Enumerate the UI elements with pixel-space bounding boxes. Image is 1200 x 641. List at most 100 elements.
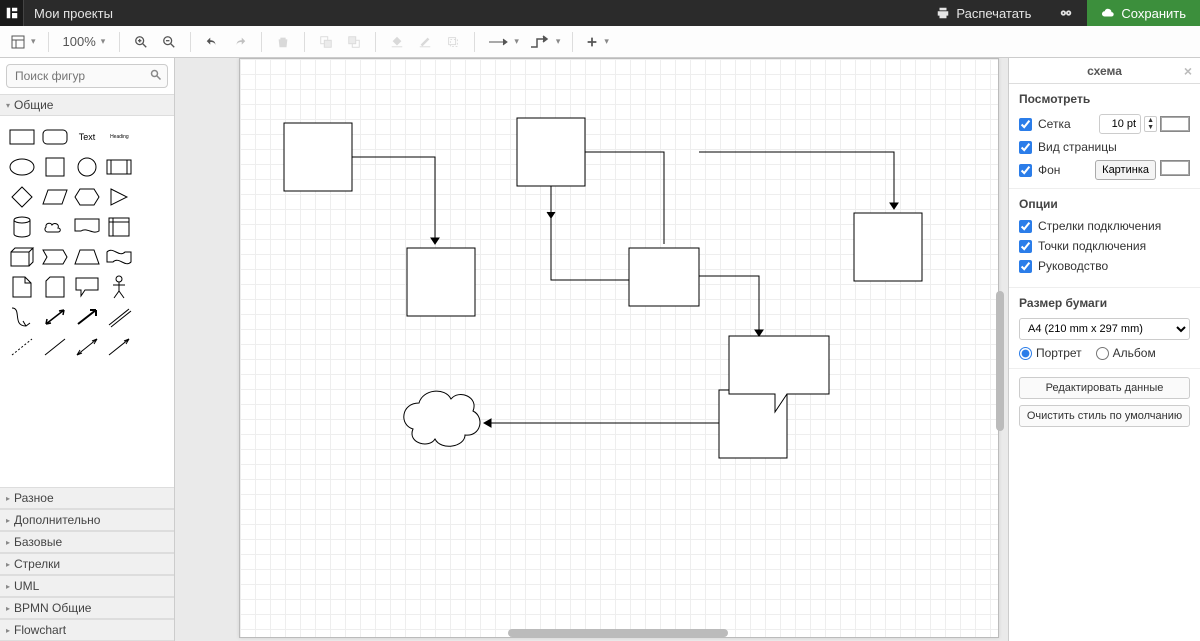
background-color-swatch[interactable] [1160, 160, 1190, 176]
shape-link[interactable] [105, 304, 133, 330]
shape-note[interactable] [8, 274, 36, 300]
shape-bidir-line[interactable] [73, 334, 101, 360]
save-label: Сохранить [1121, 6, 1186, 21]
shape-cloud[interactable] [40, 214, 68, 240]
vertical-scrollbar[interactable] [996, 291, 1004, 431]
insert-menu[interactable] [581, 29, 613, 55]
delete-button[interactable] [270, 29, 296, 55]
section-view-heading: Посмотреть [1019, 92, 1190, 106]
shape-step[interactable] [40, 244, 68, 270]
shape-hexagon[interactable] [73, 184, 101, 210]
diagram-box[interactable] [407, 248, 475, 316]
shape-callout[interactable] [73, 274, 101, 300]
shape-square[interactable] [40, 154, 68, 180]
print-button[interactable]: Распечатать [922, 0, 1045, 26]
category-uml[interactable]: ▸UML [0, 575, 174, 597]
category-advanced[interactable]: ▸Дополнительно [0, 509, 174, 531]
shape-ellipse[interactable] [8, 154, 36, 180]
shape-rounded-rect[interactable] [40, 124, 68, 150]
shape-process[interactable] [105, 154, 133, 180]
diagram-edge[interactable] [699, 276, 759, 336]
stroke-button[interactable] [412, 29, 438, 55]
category-flowchart[interactable]: ▸Flowchart [0, 619, 174, 641]
paper-size-select[interactable]: A4 (210 mm x 297 mm) [1019, 318, 1190, 340]
diagram-edge[interactable] [352, 157, 435, 244]
shape-text[interactable]: Text [73, 124, 101, 150]
app-logo[interactable] [0, 0, 24, 26]
shadow-button[interactable] [440, 29, 466, 55]
fill-button[interactable] [384, 29, 410, 55]
grid-size-stepper[interactable]: ▲▼ [1144, 116, 1157, 132]
category-misc[interactable]: ▸Разное [0, 487, 174, 509]
grid-size-input[interactable] [1099, 114, 1141, 134]
orientation-portrait[interactable]: Портрет [1019, 346, 1082, 360]
diagram-edge[interactable] [551, 186, 629, 280]
shape-card[interactable] [40, 274, 68, 300]
shape-cube[interactable] [8, 244, 36, 270]
conn-arrows-checkbox[interactable]: Стрелки подключения [1019, 219, 1190, 233]
shape-heading[interactable]: Heading [105, 124, 133, 150]
diagram-box[interactable] [284, 123, 352, 191]
edit-data-button[interactable]: Редактировать данные [1019, 377, 1190, 399]
shape-tape[interactable] [105, 244, 133, 270]
category-bpmn[interactable]: ▸BPMN Общие [0, 597, 174, 619]
shape-trapezoid[interactable] [73, 244, 101, 270]
shape-parallelogram[interactable] [40, 184, 68, 210]
diagram-edge[interactable] [547, 186, 555, 218]
canvas-area[interactable] [175, 58, 1008, 641]
diagram-page[interactable] [239, 58, 999, 638]
guides-checkbox[interactable]: Руководство [1019, 259, 1190, 273]
connector-style-menu[interactable] [483, 29, 523, 55]
close-panel-icon[interactable]: × [1184, 63, 1192, 79]
layout-menu[interactable] [6, 29, 40, 55]
to-back-button[interactable] [341, 29, 367, 55]
zoom-select[interactable]: 100% [57, 29, 112, 55]
background-image-button[interactable]: Картинка [1095, 160, 1156, 180]
shape-rect[interactable] [8, 124, 36, 150]
shape-diamond[interactable] [8, 184, 36, 210]
diagram-box[interactable] [517, 118, 585, 186]
orientation-landscape[interactable]: Альбом [1096, 346, 1156, 360]
section-options-heading: Опции [1019, 197, 1190, 211]
shape-document[interactable] [73, 214, 101, 240]
shape-arrow[interactable] [73, 304, 101, 330]
print-label: Распечатать [956, 6, 1031, 21]
horizontal-scrollbar[interactable] [508, 629, 728, 637]
redo-button[interactable] [227, 29, 253, 55]
category-arrows[interactable]: ▸Стрелки [0, 553, 174, 575]
diagram-box[interactable] [629, 248, 699, 306]
diagram-svg [239, 58, 999, 638]
diagram-edge[interactable] [699, 152, 894, 209]
grid-checkbox[interactable]: Сетка [1019, 117, 1071, 131]
zoom-out-button[interactable] [156, 29, 182, 55]
shape-dir-line[interactable] [105, 334, 133, 360]
diagram-box[interactable] [854, 213, 922, 281]
undo-button[interactable] [199, 29, 225, 55]
shape-internal-storage[interactable] [105, 214, 133, 240]
settings-button[interactable] [1045, 0, 1087, 26]
background-checkbox[interactable]: Фон [1019, 163, 1060, 177]
shape-circle[interactable] [73, 154, 101, 180]
panel-title: схема [1087, 64, 1122, 78]
shape-actor[interactable] [105, 274, 133, 300]
diagram-edge[interactable] [585, 152, 664, 244]
pageview-checkbox[interactable]: Вид страницы [1019, 140, 1190, 154]
zoom-in-button[interactable] [128, 29, 154, 55]
conn-points-checkbox[interactable]: Точки подключения [1019, 239, 1190, 253]
shape-bidir-arrow[interactable] [40, 304, 68, 330]
shape-triangle[interactable] [105, 184, 133, 210]
clear-style-button[interactable]: Очистить стиль по умолчанию [1019, 405, 1190, 427]
gear-icon [1059, 6, 1073, 20]
category-basic[interactable]: ▸Базовые [0, 531, 174, 553]
to-front-button[interactable] [313, 29, 339, 55]
shape-search-input[interactable] [6, 64, 168, 88]
shape-dashed[interactable] [8, 334, 36, 360]
category-general[interactable]: ▾ Общие [0, 94, 174, 116]
shape-cylinder[interactable] [8, 214, 36, 240]
diagram-cloud[interactable] [404, 391, 480, 446]
shape-curve[interactable] [8, 304, 36, 330]
shape-line[interactable] [40, 334, 68, 360]
grid-color-swatch[interactable] [1160, 116, 1190, 132]
waypoint-style-menu[interactable] [525, 29, 565, 55]
save-button[interactable]: Сохранить [1087, 0, 1200, 26]
